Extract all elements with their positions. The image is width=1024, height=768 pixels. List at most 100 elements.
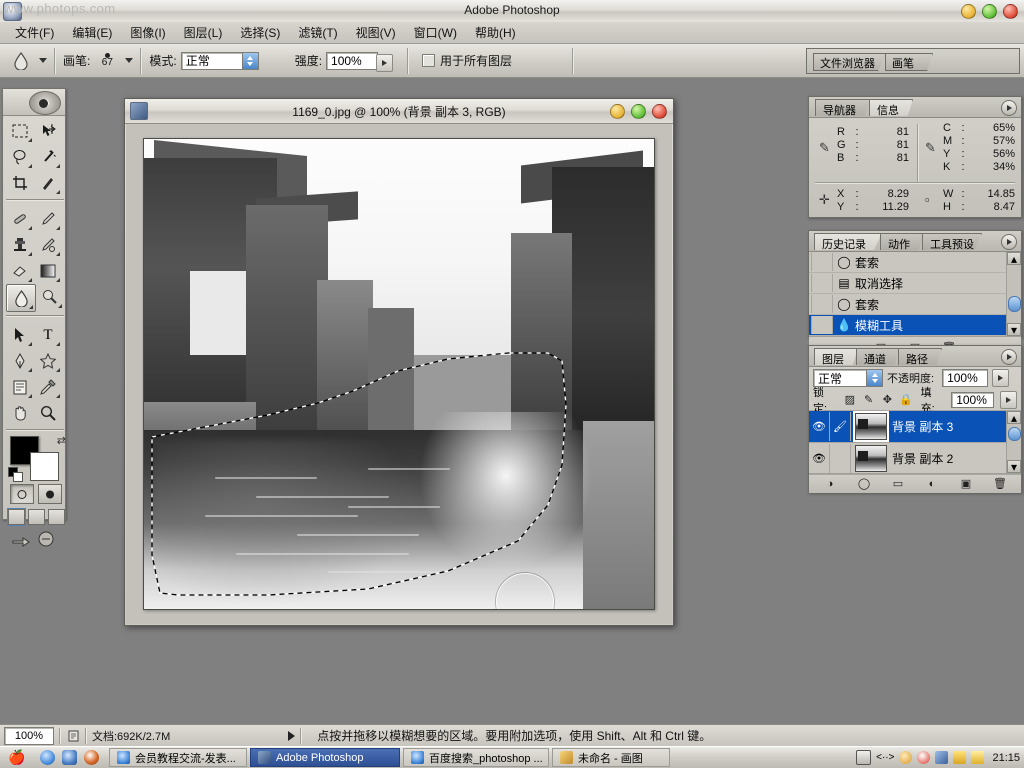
layer-brush-icon[interactable]: 🖌 <box>830 412 851 441</box>
blend-mode-spinner-icon[interactable] <box>241 52 258 69</box>
close-button[interactable] <box>1003 4 1018 19</box>
lock-all-icon[interactable]: 🔒 <box>899 393 913 406</box>
blur-droplet-icon[interactable] <box>8 49 34 73</box>
tab-layers[interactable]: 图层 <box>814 348 858 365</box>
eyedropper-tool[interactable] <box>34 374 62 400</box>
layer-blend-spinner-icon[interactable] <box>866 370 882 386</box>
all-layers-checkbox-row[interactable]: 用于所有图层 <box>422 52 516 69</box>
gradient-tool[interactable] <box>34 258 62 284</box>
menu-window[interactable]: 窗口(W) <box>405 22 466 43</box>
swap-colors-icon[interactable]: ⇄ <box>57 434 66 447</box>
magic-wand-tool[interactable] <box>34 144 62 170</box>
layer-row-selected[interactable]: 👁 🖌 背景 副本 3 <box>809 411 1021 443</box>
tab-channels[interactable]: 通道 <box>856 348 900 365</box>
history-snapshot-slot[interactable] <box>811 316 833 334</box>
strength-slider-button[interactable] <box>376 53 394 72</box>
qq-penguin-icon[interactable] <box>917 751 931 764</box>
scroll-down-icon[interactable]: ▾ <box>1007 323 1021 337</box>
history-item[interactable]: ◯ 套索 <box>809 294 1021 315</box>
palette-well-tab-brushes[interactable]: 画笔 <box>885 53 933 71</box>
history-scrollbar[interactable]: ▴ ▾ <box>1006 252 1021 337</box>
layer-visibility-eye-icon[interactable]: 👁 <box>809 412 830 441</box>
document-minimize-button[interactable] <box>610 104 625 119</box>
crop-tool[interactable] <box>6 170 34 196</box>
layers-scroll-thumb[interactable] <box>1008 427 1021 441</box>
layers-palette-menu-button[interactable] <box>1001 349 1017 365</box>
full-screen-menubar-mode-button[interactable] <box>28 509 45 525</box>
new-group-button[interactable]: ▭ <box>890 476 906 491</box>
menu-help[interactable]: 帮助(H) <box>466 22 525 43</box>
history-brush-tool[interactable] <box>34 232 62 258</box>
standard-screen-mode-button[interactable] <box>7 508 26 526</box>
tab-navigator[interactable]: 导航器 <box>815 99 871 116</box>
standard-mode-button[interactable] <box>10 484 34 504</box>
taskbar-button-forum[interactable]: 会员教程交流-发表... <box>109 748 247 767</box>
layer-visibility-eye-icon[interactable]: 👁 <box>809 444 830 473</box>
layer-mask-button[interactable]: ◯ <box>856 476 872 491</box>
menu-filter[interactable]: 滤镜(T) <box>289 22 346 43</box>
start-button[interactable]: 🍎 <box>0 748 34 768</box>
blend-mode-select[interactable]: 正常 <box>180 51 259 70</box>
layer-thumbnail[interactable] <box>853 411 889 442</box>
network-connection-icon[interactable]: <··> <box>876 752 894 763</box>
scroll-up-icon[interactable]: ▴ <box>1007 252 1021 266</box>
history-item[interactable]: ▤ 取消选择 <box>809 273 1021 294</box>
full-screen-mode-button[interactable] <box>48 509 65 525</box>
taskbar-button-paint[interactable]: 未命名 - 画图 <box>552 748 670 767</box>
jump-to-imageready[interactable] <box>11 530 65 548</box>
marquee-tool[interactable] <box>6 118 34 144</box>
lock-position-icon[interactable]: ✥ <box>881 393 894 406</box>
slice-tool[interactable] <box>34 170 62 196</box>
move-tool[interactable] <box>34 118 62 144</box>
type-tool[interactable]: T <box>34 322 62 348</box>
palette-well-tab-file-browser[interactable]: 文件浏览器 <box>813 53 887 71</box>
layer-blend-mode-select[interactable]: 正常 <box>813 369 883 387</box>
pen-tool[interactable] <box>6 348 34 374</box>
quick-mask-mode-button[interactable] <box>38 484 62 504</box>
new-layer-button[interactable]: ▣ <box>958 476 974 491</box>
menu-layer[interactable]: 图层(L) <box>175 22 232 43</box>
tab-info[interactable]: 信息 <box>869 99 913 116</box>
background-color-swatch[interactable] <box>30 452 59 481</box>
layer-row[interactable]: 👁 背景 副本 2 <box>809 443 1021 475</box>
default-colors-icon[interactable] <box>8 467 23 482</box>
taskbar-button-photoshop[interactable]: Adobe Photoshop <box>250 748 400 767</box>
menu-edit[interactable]: 编辑(E) <box>63 22 121 43</box>
image-canvas[interactable] <box>143 138 655 610</box>
security-lock-icon[interactable] <box>953 751 967 764</box>
messenger-tray-icon[interactable] <box>935 751 949 764</box>
fill-input[interactable]: 100% <box>951 391 995 408</box>
history-snapshot-slot[interactable] <box>811 253 833 271</box>
tab-actions[interactable]: 动作 <box>880 233 924 250</box>
keyboard-layout-icon[interactable] <box>856 750 872 765</box>
menu-image[interactable]: 图像(I) <box>121 22 174 43</box>
tool-preset-chevron-down-icon[interactable] <box>39 58 47 63</box>
lasso-tool[interactable] <box>6 144 34 170</box>
toolbox-header[interactable] <box>3 89 65 116</box>
dodge-tool[interactable] <box>36 284 64 310</box>
maximize-button[interactable] <box>982 4 997 19</box>
taskbar-button-baidu[interactable]: 百度搜索_photoshop ... <box>403 748 549 767</box>
scroll-down-icon[interactable]: ▾ <box>1007 460 1021 474</box>
document-maximize-button[interactable] <box>631 104 646 119</box>
opacity-slider-button[interactable] <box>992 369 1010 387</box>
history-snapshot-slot[interactable] <box>811 274 833 292</box>
ie-quicklaunch-icon[interactable] <box>40 750 55 765</box>
history-palette-menu-button[interactable] <box>1001 234 1017 250</box>
layer-thumbnail[interactable] <box>855 445 887 472</box>
lock-image-icon[interactable]: ✎ <box>862 393 875 406</box>
menu-view[interactable]: 视图(V) <box>347 22 405 43</box>
lock-transparency-icon[interactable]: ▨ <box>844 393 857 406</box>
adjustment-layer-button[interactable]: ◐ <box>924 476 940 491</box>
hand-tool[interactable] <box>6 400 34 426</box>
tab-history[interactable]: 历史记录 <box>814 233 882 250</box>
status-expand-icon[interactable] <box>288 730 296 741</box>
browser-quicklaunch-icon[interactable] <box>62 750 77 765</box>
minimize-button[interactable] <box>961 4 976 19</box>
menu-file[interactable]: 文件(F) <box>6 22 63 43</box>
history-item[interactable]: ◯ 套索 <box>809 252 1021 273</box>
document-title-bar[interactable]: 1169_0.jpg @ 100% (背景 副本 3, RGB) <box>125 99 673 124</box>
face-tray-icon[interactable] <box>899 751 913 764</box>
taskbar-clock[interactable]: 21:15 <box>992 752 1020 764</box>
layers-scrollbar[interactable]: ▴ ▾ <box>1006 411 1021 474</box>
